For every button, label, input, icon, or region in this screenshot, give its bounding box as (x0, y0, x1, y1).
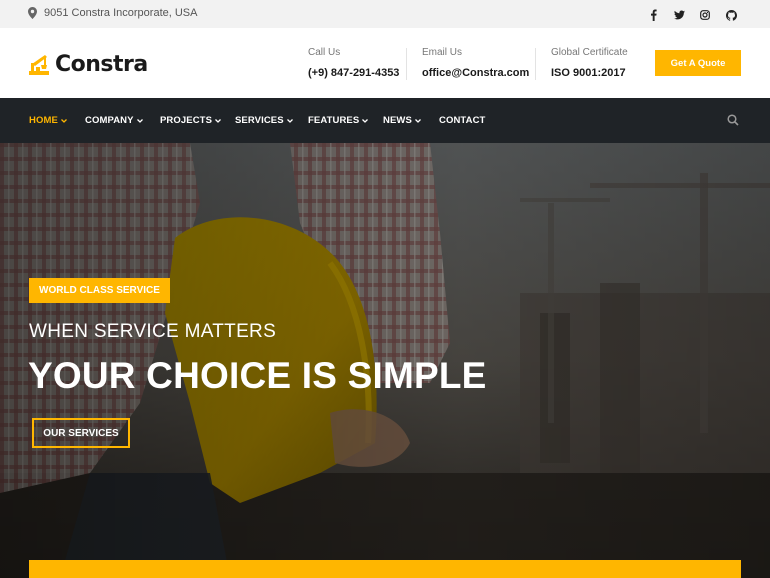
certificate-value: ISO 9001:2017 (551, 67, 626, 79)
nav-item-label: NEWS (383, 115, 412, 126)
logo-text: Constra (55, 52, 148, 77)
nav-item-home[interactable]: HOME (29, 115, 67, 126)
divider (535, 48, 536, 80)
logo[interactable]: Constra (28, 52, 148, 77)
call-value[interactable]: (+9) 847-291-4353 (308, 67, 399, 79)
map-pin-icon (28, 7, 37, 19)
divider (406, 48, 407, 80)
nav-item-company[interactable]: COMPANY (85, 115, 143, 126)
social-links (640, 8, 744, 22)
nav-item-label: COMPANY (85, 115, 134, 126)
action-bar (29, 560, 741, 578)
nav-item-label: SERVICES (235, 115, 284, 126)
chevron-down-icon (414, 118, 421, 123)
our-services-button[interactable]: OUR SERVICES (32, 418, 130, 448)
email-value[interactable]: office@Constra.com (422, 67, 529, 79)
nav-item-label: PROJECTS (160, 115, 213, 126)
nav-item-projects[interactable]: PROJECTS (160, 115, 221, 126)
chevron-down-icon (215, 118, 221, 123)
call-label: Call Us (308, 47, 341, 58)
nav-item-label: FEATURES (308, 115, 360, 126)
nav-item-contact[interactable]: CONTACT (439, 115, 485, 126)
certificate-label: Global Certificate (551, 47, 628, 58)
chevron-down-icon (136, 118, 143, 123)
nav-item-features[interactable]: FEATURES (308, 115, 369, 126)
instagram-icon[interactable] (692, 8, 718, 22)
header: Constra Call Us (+9) 847-291-4353 Email … (0, 28, 770, 98)
facebook-icon[interactable] (640, 8, 666, 22)
call-info: Call Us (+9) 847-291-4353 (308, 47, 399, 79)
hero-title: YOUR CHOICE IS SIMPLE (28, 355, 487, 396)
get-a-quote-button[interactable]: Get A Quote (655, 50, 741, 76)
main-nav: HOME COMPANY PROJECTS SERVICES FEATURES … (0, 98, 770, 143)
nav-item-news[interactable]: NEWS (383, 115, 421, 126)
nav-item-label: CONTACT (439, 115, 486, 126)
email-info: Email Us office@Constra.com (422, 47, 529, 79)
address-text: 9051 Constra Incorporate, USA (44, 7, 198, 19)
top-bar: 9051 Constra Incorporate, USA (0, 0, 770, 28)
certificate-info: Global Certificate ISO 9001:2017 (551, 47, 628, 79)
nav-item-services[interactable]: SERVICES (235, 115, 293, 126)
chevron-down-icon (362, 118, 369, 123)
logo-crane-icon (29, 54, 49, 75)
address: 9051 Constra Incorporate, USA (28, 7, 197, 19)
hero-banner: WORLD CLASS SERVICE WHEN SERVICE MATTERS… (0, 143, 770, 578)
hero-subtitle: WHEN SERVICE MATTERS (29, 321, 277, 342)
chevron-down-icon (60, 118, 67, 123)
email-label: Email Us (422, 47, 463, 58)
twitter-icon[interactable] (666, 8, 692, 22)
github-icon[interactable] (718, 8, 744, 22)
nav-item-label: HOME (29, 115, 58, 126)
world-class-badge: WORLD CLASS SERVICE (29, 278, 170, 303)
chevron-down-icon (286, 118, 293, 123)
search-icon[interactable] (727, 113, 739, 131)
